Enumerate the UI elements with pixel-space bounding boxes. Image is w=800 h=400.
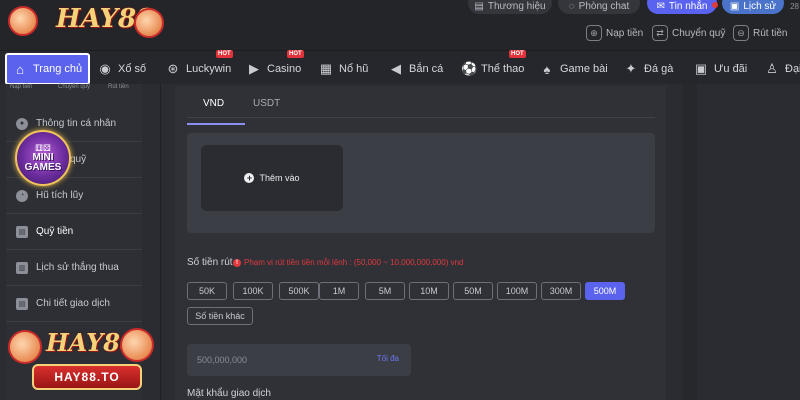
nav-fishing[interactable]: ◀ Bắn cá xyxy=(389,54,443,84)
withdraw-range-note: ! Phạm vi rút tiền tiền mỗi lệnh : (50,0… xyxy=(233,258,463,267)
nav-slots[interactable]: ▦ Nổ hũ xyxy=(319,54,369,84)
mini-games-line1: MINI xyxy=(32,151,54,163)
quick-deposit-link[interactable]: Nạp tiền xyxy=(10,84,32,90)
amount-chip-100m[interactable]: 100M xyxy=(497,282,537,300)
rooster-icon: ✦ xyxy=(625,61,637,76)
soccer-icon: ⚽ xyxy=(461,61,478,76)
quick-transfer-link[interactable]: Chuyển quỹ xyxy=(58,84,90,90)
brand-watermark: HAY88 HAY88.TO xyxy=(6,328,156,398)
casino-icon: ▶ xyxy=(249,61,259,76)
nav-lottery[interactable]: ◉ Xổ số xyxy=(98,54,146,84)
home-icon: ⌂ xyxy=(16,61,24,77)
history-icon: ▥ xyxy=(16,261,28,274)
top-number: 28 xyxy=(790,2,799,11)
divider xyxy=(160,84,161,400)
building-icon: ▤ xyxy=(474,0,484,12)
chat-button[interactable]: ◌ Phòng chat xyxy=(558,0,640,14)
withdraw-button[interactable]: ⊖ Rút tiền xyxy=(733,22,787,44)
plus-icon: + xyxy=(244,173,255,183)
promo-icon: ▣ xyxy=(694,61,708,76)
amount-chip-50m[interactable]: 50M xyxy=(453,282,493,300)
nav-sports[interactable]: ⚽ Thể thao HOT xyxy=(461,50,526,84)
amount-chip-10m[interactable]: 10M xyxy=(409,282,449,300)
amount-chip-5m[interactable]: 5M xyxy=(365,282,405,300)
notification-dot xyxy=(712,2,718,8)
warning-icon: ! xyxy=(233,258,241,267)
messages-button[interactable]: ✉ Tin nhắn xyxy=(647,0,718,14)
sidebar-item-win-loss[interactable]: ▥ Lịch sử thắng thua xyxy=(6,250,142,286)
amount-chip-500k[interactable]: 500K xyxy=(279,282,319,300)
mascot-icon xyxy=(8,330,42,364)
agent-icon: ♙ xyxy=(766,61,778,76)
active-tab-indicator xyxy=(187,123,245,125)
other-amount-button[interactable]: Số tiền khác xyxy=(187,307,253,325)
amount-chip-100k[interactable]: 100K xyxy=(233,282,273,300)
amount-chip-1m[interactable]: 1M xyxy=(319,282,359,300)
transaction-password-label: Mật khẩu giao dịch xyxy=(187,388,271,399)
hot-badge: HOT xyxy=(287,50,304,58)
currency-tabs: VND USDT xyxy=(187,92,655,125)
fund-icon: ▤ xyxy=(16,225,28,238)
top-bar: HAY88 ▤ Thương hiệu ◌ Phòng chat ✉ Tin n… xyxy=(0,0,800,50)
withdraw-amount-field: Tối đa xyxy=(187,344,411,376)
fish-icon: ◀ xyxy=(391,61,401,76)
bank-card-area: + Thêm vào xyxy=(187,133,655,233)
slot-icon: ▦ xyxy=(319,61,333,76)
history-button[interactable]: ▣ Lịch sử xyxy=(722,0,784,14)
withdraw-amount-label: Số tiền rút xyxy=(187,257,233,268)
main-nav: ⌂ Trang chủ ◉ Xổ số ⊛ Luckywin HOT ▶ Cas… xyxy=(0,50,800,85)
max-amount-button[interactable]: Tối đa xyxy=(377,354,399,363)
nav-cockfight[interactable]: ✦ Đá gà xyxy=(624,54,674,84)
add-bank-card-button[interactable]: + Thêm vào xyxy=(201,145,343,211)
chat-icon: ◌ xyxy=(568,0,575,12)
tab-vnd[interactable]: VND xyxy=(203,98,224,109)
sidebar-quick-links: Nạp tiền Chuyển quỹ Rút tiền xyxy=(8,84,138,94)
amount-chip-300m[interactable]: 300M xyxy=(541,282,581,300)
receipt-icon: ▤ xyxy=(16,297,28,310)
withdraw-icon: ⊖ xyxy=(733,25,749,41)
mascot-icon xyxy=(8,6,38,36)
sidebar-item-jackpot[interactable]: ◔ Hũ tích lũy xyxy=(6,178,142,214)
sidebar-item-transactions[interactable]: ▤ Chi tiết giao dịch xyxy=(6,286,142,322)
lottery-icon: ◉ xyxy=(99,61,111,76)
transfer-button[interactable]: ⇄ Chuyển quỹ xyxy=(652,22,725,44)
ball-icon: ⊛ xyxy=(167,61,179,76)
jar-icon: ◔ xyxy=(16,189,28,202)
mini-games-line2: GAMES xyxy=(24,161,62,173)
nav-promotions[interactable]: ▣ Ưu đãi xyxy=(694,54,747,84)
mascot-icon xyxy=(134,8,164,38)
hot-badge: HOT xyxy=(509,50,526,58)
sidebar-item-fund[interactable]: ▤ Quỹ tiền xyxy=(6,214,142,250)
nav-luckywin[interactable]: ⊛ Luckywin HOT xyxy=(166,50,233,84)
tab-usdt[interactable]: USDT xyxy=(253,98,280,109)
transfer-icon: ⇄ xyxy=(652,25,668,41)
nav-casino[interactable]: ▶ Casino HOT xyxy=(247,50,304,84)
message-icon: ✉ xyxy=(656,0,665,12)
mini-games-badge[interactable]: ⚅⚄ MINI GAMES xyxy=(15,130,71,186)
nav-card-games[interactable]: ♠ Game bài xyxy=(540,54,608,84)
withdraw-amount-input[interactable] xyxy=(197,352,357,368)
nav-home[interactable]: ⌂ Trang chủ xyxy=(5,53,91,85)
nav-agent[interactable]: ♙ Đại xyxy=(765,54,800,84)
mascot-icon xyxy=(120,328,154,362)
amount-chip-50k[interactable]: 50K xyxy=(187,282,227,300)
user-icon: ● xyxy=(16,117,28,130)
brand-logo[interactable]: HAY88 xyxy=(8,2,168,42)
hot-badge: HOT xyxy=(216,50,233,58)
quick-withdraw-link[interactable]: Rút tiền xyxy=(108,84,129,90)
cards-icon: ♠ xyxy=(543,61,551,77)
deposit-button[interactable]: ⊕ Nạp tiền xyxy=(586,22,643,44)
withdraw-panel: VND USDT + Thêm vào Số tiền rút ! Phạm v… xyxy=(175,86,666,400)
history-icon: ▣ xyxy=(729,0,740,12)
brand-button[interactable]: ▤ Thương hiệu xyxy=(468,0,552,14)
watermark-domain: HAY88.TO xyxy=(32,364,142,390)
right-scroll-track[interactable] xyxy=(683,84,697,400)
amount-chip-500m[interactable]: 500M xyxy=(585,282,625,300)
deposit-icon: ⊕ xyxy=(586,25,602,41)
